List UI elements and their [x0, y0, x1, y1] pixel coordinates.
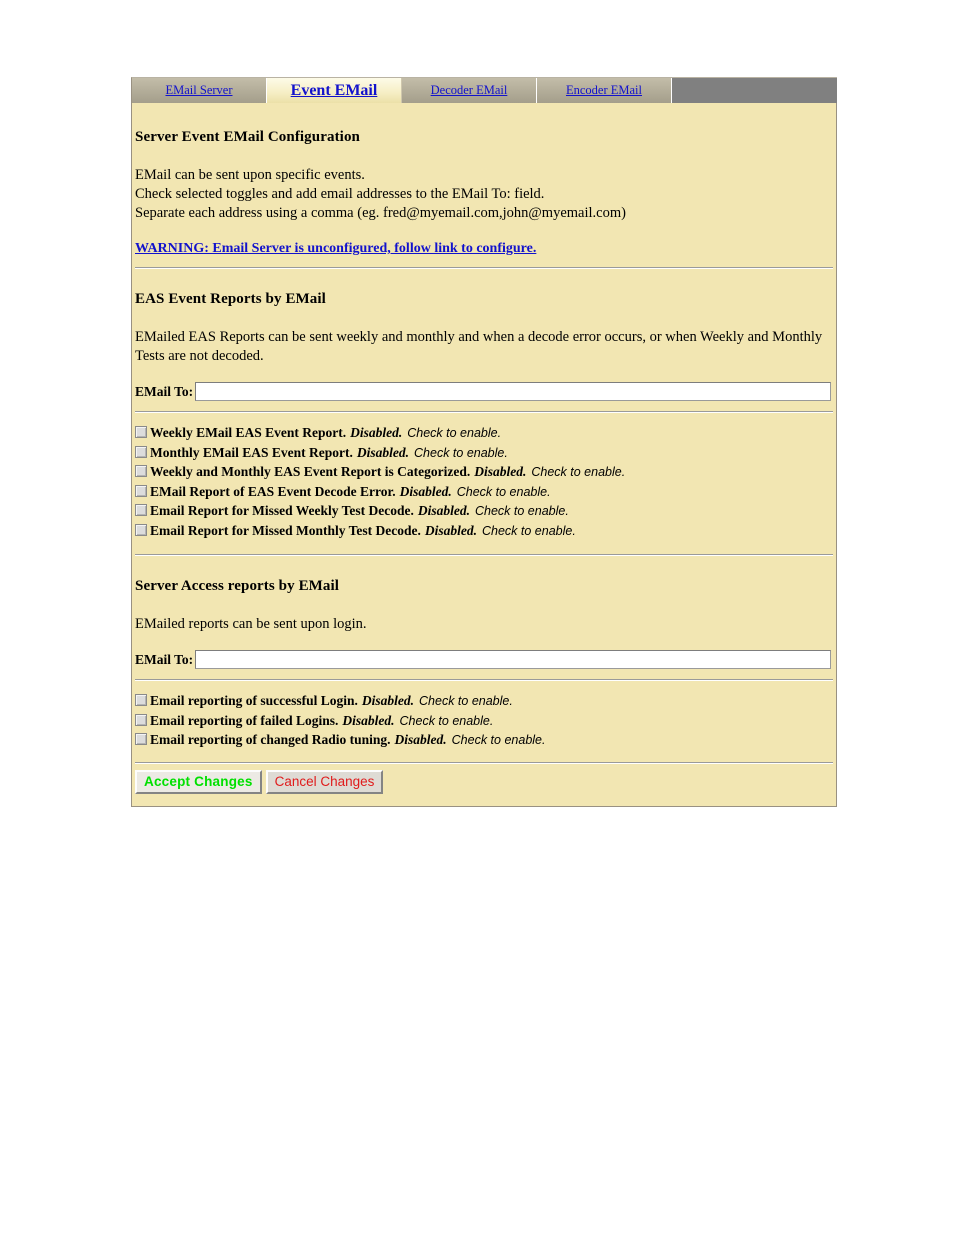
checkbox-hint: Check to enable. — [531, 465, 626, 479]
checkbox-state: Disabled. — [356, 444, 410, 460]
tab-decoder-email[interactable]: Decoder EMail — [402, 78, 537, 103]
tab-label: EMail Server — [165, 83, 233, 97]
checkbox-state: Disabled. — [394, 732, 447, 747]
content-panel: Server Event EMail Configuration EMail c… — [131, 103, 837, 807]
checkbox-icon[interactable] — [135, 484, 147, 497]
checkbox-row-report-categorized[interactable]: Weekly and Monthly EAS Event Report is C… — [135, 464, 833, 484]
checkbox-state: Disabled. — [342, 712, 395, 728]
checkbox-row-weekly-eas-report[interactable]: Weekly EMail EAS Event Report. Disabled.… — [135, 425, 833, 445]
checkbox-icon[interactable] — [135, 504, 147, 516]
checkbox-hint: Check to enable. — [399, 713, 494, 728]
checkbox-icon[interactable] — [135, 713, 147, 726]
warning-row: WARNING: Email Server is unconfigured, f… — [135, 239, 833, 257]
checkbox-state: Disabled. — [350, 425, 403, 440]
tab-label: Encoder EMail — [565, 83, 642, 97]
access-checkbox-list: Email reporting of successful Login. Dis… — [135, 693, 833, 752]
eas-section-title: EAS Event Reports by EMail — [135, 291, 326, 307]
intro-line-3: Separate each address using a comma (eg.… — [135, 205, 626, 221]
eas-email-to-input[interactable] — [195, 382, 831, 401]
checkbox-hint: Check to enable. — [456, 484, 551, 499]
checkbox-row-failed-logins[interactable]: Email reporting of failed Logins. Disabl… — [135, 713, 833, 733]
access-section-description: EMailed reports can be sent upon login. — [135, 616, 367, 632]
checkbox-label: Email reporting of failed Logins. — [150, 712, 339, 728]
checkbox-row-decode-error[interactable]: EMail Report of EAS Event Decode Error. … — [135, 484, 833, 504]
checkbox-hint: Check to enable. — [407, 426, 502, 440]
checkbox-row-missed-weekly-test[interactable]: Email Report for Missed Weekly Test Deco… — [135, 503, 833, 523]
checkbox-label: Weekly and Monthly EAS Event Report is C… — [150, 464, 471, 479]
cancel-changes-button[interactable]: Cancel Changes — [265, 769, 384, 794]
checkbox-state: Disabled. — [417, 503, 470, 518]
access-email-to-label: EMail To: — [135, 651, 194, 667]
checkbox-label: Email reporting of successful Login. — [150, 693, 358, 708]
checkbox-row-monthly-eas-report[interactable]: Monthly EMail EAS Event Report. Disabled… — [135, 445, 833, 465]
access-section-title: Server Access reports by EMail — [135, 578, 340, 594]
checkbox-row-radio-tuning[interactable]: Email reporting of changed Radio tuning.… — [135, 732, 833, 752]
tab-bar-filler — [672, 78, 837, 103]
checkbox-state: Disabled. — [424, 522, 477, 538]
checkbox-hint: Check to enable. — [419, 694, 513, 708]
tab-email-server[interactable]: EMail Server — [132, 78, 267, 103]
checkbox-row-successful-login[interactable]: Email reporting of successful Login. Dis… — [135, 693, 833, 713]
checkbox-icon[interactable] — [135, 694, 147, 706]
tab-label: Decoder EMail — [430, 83, 508, 97]
button-row: Accept Changes Cancel Changes — [135, 769, 833, 794]
intro-line-2: Check selected toggles and add email add… — [135, 186, 545, 202]
checkbox-icon[interactable] — [135, 445, 147, 458]
checkbox-hint: Check to enable. — [481, 523, 576, 538]
access-email-to-input[interactable] — [195, 650, 831, 669]
checkbox-row-missed-monthly-test[interactable]: Email Report for Missed Monthly Test Dec… — [135, 523, 833, 543]
checkbox-hint: Check to enable. — [414, 445, 508, 460]
checkbox-label: Monthly EMail EAS Event Report. — [150, 444, 353, 460]
configuration-page: EMail Server Event EMail Decoder EMail E… — [131, 77, 837, 807]
checkbox-label: Email Report for Missed Monthly Test Dec… — [150, 522, 421, 538]
tab-event-email[interactable]: Event EMail — [267, 78, 402, 103]
access-email-to-row: EMail To: — [135, 650, 833, 669]
checkbox-label: EMail Report of EAS Event Decode Error. — [150, 483, 396, 499]
checkbox-label: Email Report for Missed Weekly Test Deco… — [150, 503, 414, 518]
checkbox-hint: Check to enable. — [451, 733, 546, 747]
eas-checkbox-list: Weekly EMail EAS Event Report. Disabled.… — [135, 425, 833, 542]
checkbox-label: Weekly EMail EAS Event Report. — [150, 425, 347, 440]
checkbox-hint: Check to enable. — [474, 504, 569, 518]
checkbox-state: Disabled. — [474, 464, 527, 479]
email-server-warning-link[interactable]: WARNING: Email Server is unconfigured, f… — [135, 241, 536, 257]
tab-label: Event EMail — [290, 81, 378, 99]
checkbox-label: Email reporting of changed Radio tuning. — [150, 732, 391, 747]
checkbox-icon[interactable] — [135, 523, 147, 536]
eas-email-to-label: EMail To: — [135, 383, 194, 399]
checkbox-state: Disabled. — [399, 483, 452, 499]
checkbox-icon[interactable] — [135, 465, 147, 477]
checkbox-state: Disabled. — [361, 693, 415, 708]
checkbox-icon[interactable] — [135, 426, 147, 438]
tab-encoder-email[interactable]: Encoder EMail — [537, 78, 672, 103]
eas-section-description: EMailed EAS Reports can be sent weekly a… — [135, 329, 823, 364]
tab-bar: EMail Server Event EMail Decoder EMail E… — [131, 77, 837, 103]
checkbox-icon[interactable] — [135, 733, 147, 745]
accept-changes-button[interactable]: Accept Changes — [135, 769, 262, 794]
eas-email-to-row: EMail To: — [135, 382, 833, 401]
intro-line-1: EMail can be sent upon specific events. — [135, 167, 365, 183]
page-title: Server Event EMail Configuration — [135, 129, 360, 145]
